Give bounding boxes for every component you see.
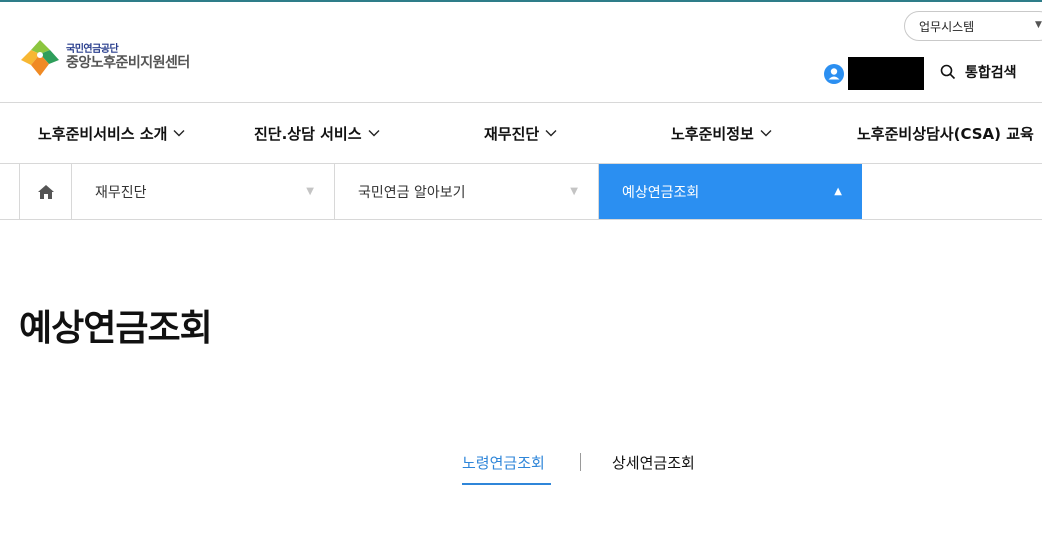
chevron-down-icon	[173, 130, 185, 137]
search-label: 통합검색	[965, 65, 1017, 81]
gnb-item-label: 노후준비상담사(CSA) 교육	[857, 124, 1034, 143]
breadcrumb: 재무진단 ▼ 국민연금 알아보기 ▼ 예상연금조회 ▲	[0, 164, 1042, 220]
breadcrumb-label: 재무진단	[95, 184, 147, 201]
user-area[interactable]	[824, 57, 924, 90]
triangle-down-icon: ▼	[306, 186, 314, 197]
tab-active-underline	[462, 483, 551, 485]
gnb-item-service-intro[interactable]: 노후준비서비스 소개	[38, 103, 185, 163]
logo-subtitle: 국민연금공단	[66, 44, 119, 56]
search-icon	[940, 64, 956, 80]
home-icon	[37, 184, 54, 199]
main-navigation: 노후준비서비스 소개 진단.상담 서비스 재무진단 노후준비정보 노후준비상담사…	[0, 102, 1042, 164]
gnb-item-consult-service[interactable]: 진단.상담 서비스	[254, 103, 380, 163]
gnb-item-label: 노후준비정보	[671, 124, 754, 143]
tab-detailed-pension[interactable]: 상세연금조회	[612, 452, 695, 473]
site-logo[interactable]: 국민연금공단 중앙노후준비지원센터	[19, 38, 190, 78]
chevron-down-icon	[545, 130, 557, 137]
user-name-redacted	[848, 57, 924, 90]
gnb-item-csa-education[interactable]: 노후준비상담사(CSA) 교육	[857, 103, 1034, 163]
logo-title: 중앙노후준비지원센터	[66, 55, 190, 72]
chevron-down-icon	[368, 130, 380, 137]
chevron-down-icon: ▼	[1035, 20, 1042, 30]
breadcrumb-home[interactable]	[19, 164, 72, 219]
gnb-item-label: 노후준비서비스 소개	[38, 124, 168, 143]
breadcrumb-item-financial-diagnosis[interactable]: 재무진단 ▼	[72, 164, 335, 219]
integrated-search-button[interactable]: 통합검색	[940, 62, 1017, 82]
gnb-item-label: 진단.상담 서비스	[254, 124, 362, 143]
chevron-down-icon	[760, 130, 772, 137]
tab-divider	[580, 453, 581, 471]
gnb-item-financial-diagnosis[interactable]: 재무진단	[484, 103, 557, 163]
breadcrumb-item-national-pension[interactable]: 국민연금 알아보기 ▼	[335, 164, 599, 219]
breadcrumb-label: 국민연금 알아보기	[358, 184, 466, 201]
user-icon	[824, 63, 844, 84]
site-header: 국민연금공단 중앙노후준비지원센터 업무시스템 ▼ 통합검색	[0, 2, 1042, 102]
system-select[interactable]: 업무시스템 ▼	[904, 11, 1042, 41]
gnb-item-retirement-info[interactable]: 노후준비정보	[671, 103, 772, 163]
triangle-up-icon: ▲	[834, 186, 842, 197]
triangle-down-icon: ▼	[570, 186, 578, 197]
gnb-item-label: 재무진단	[484, 124, 540, 143]
system-select-value: 업무시스템	[919, 19, 975, 34]
page-title: 예상연금조회	[19, 308, 213, 349]
breadcrumb-label: 예상연금조회	[622, 184, 700, 201]
logo-mark-icon	[21, 40, 59, 76]
tab-old-age-pension[interactable]: 노령연금조회	[462, 452, 545, 473]
breadcrumb-item-expected-pension[interactable]: 예상연금조회 ▲	[599, 164, 862, 219]
